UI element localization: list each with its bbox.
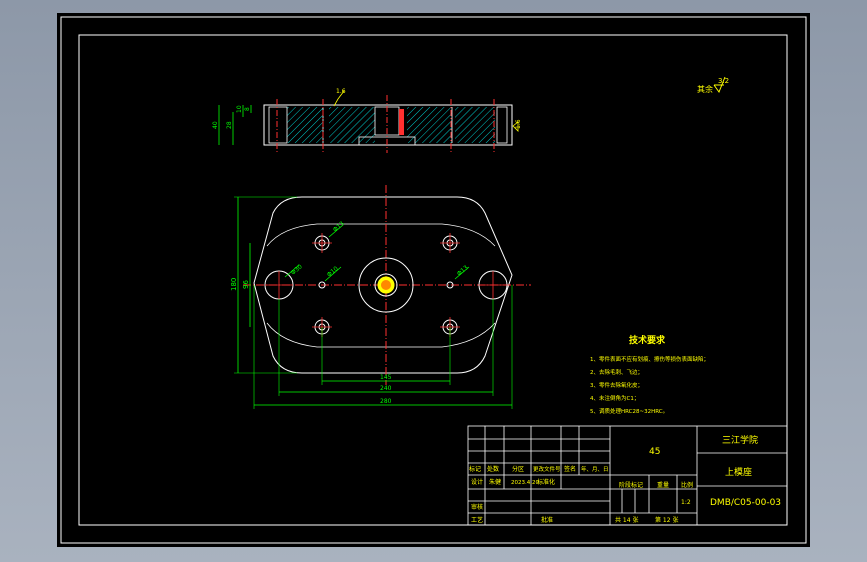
svg-text:工艺: 工艺	[471, 516, 483, 524]
svg-text:朱健: 朱健	[489, 478, 501, 486]
dim-hole-ul: Φ13	[332, 220, 346, 233]
drawing-sheet: 其余 3.2 1.6 1.6 40 28 10 8 Φ13 Φ30 Φ10 Φ1…	[60, 16, 807, 544]
dim-hole-right: Φ13	[456, 264, 470, 277]
company: 三江学院	[722, 434, 758, 446]
side-red-fill	[399, 109, 404, 135]
dim-height-overall: 180	[230, 278, 238, 291]
svg-text:分区: 分区	[512, 465, 524, 473]
side-hatch-3	[407, 107, 452, 143]
svg-text:更改文件号: 更改文件号	[533, 465, 561, 473]
ra-left: 1.6	[336, 88, 346, 95]
tech-req-title: 技术要求	[629, 334, 666, 346]
tech-requirements: 技术要求 1、零件表面不应有划痕、擦伤等损伤表面缺陷； 2、去除毛刺、飞边； 3…	[590, 334, 709, 415]
title-block-text: 标记 处数 分区 更改文件号 签名 年、月、日 设计 朱健 2023.4.20 …	[469, 434, 781, 524]
tech-req-item: 1、零件表面不应有划痕、擦伤等损伤表面缺陷；	[590, 355, 709, 363]
dim-side-total: 40	[212, 121, 219, 129]
svg-text:签名: 签名	[564, 465, 576, 473]
side-hatch-4	[455, 107, 495, 143]
dim-side-b: 10	[236, 105, 243, 113]
svg-text:标记: 标记	[469, 465, 481, 473]
svg-text:设计: 设计	[471, 478, 483, 486]
sheet-no: 第 12 张	[655, 516, 678, 524]
dim-side-a: 28	[226, 121, 233, 129]
tech-req-item: 5、调质处理HRC28~32HRC。	[590, 407, 668, 415]
dim-width-inner: 145	[380, 374, 392, 381]
tech-req-item: 4、未注倒角为C1；	[590, 394, 639, 402]
dim-height-inner: 96	[242, 280, 250, 289]
dim-hole-left: Φ30	[290, 263, 304, 276]
dim-width-mid: 240	[380, 385, 392, 392]
svg-text:处数: 处数	[487, 465, 499, 473]
sheets-total: 共 14 张	[615, 516, 638, 524]
svg-text:2023.4.20: 2023.4.20	[511, 480, 539, 486]
svg-text:阶段标记: 阶段标记	[619, 481, 643, 489]
svg-text:年、月、日: 年、月、日	[581, 465, 609, 473]
roughness-note: 其余	[697, 84, 713, 94]
svg-text:重量: 重量	[657, 481, 669, 489]
drawing-no: DMB/C05-00-03	[710, 498, 781, 508]
side-hatch-2	[329, 107, 375, 143]
plan-view: Φ13 Φ30 Φ10 Φ13 180 96 145 240 280	[230, 185, 531, 409]
part-name: 上模座	[725, 466, 752, 478]
cad-viewport[interactable]: 其余 3.2 1.6 1.6 40 28 10 8 Φ13 Φ30 Φ10 Φ1…	[57, 13, 810, 547]
tech-req-item: 3、零件去除氧化皮；	[590, 381, 643, 389]
dim-side-c: 8	[244, 107, 251, 111]
outer-frame	[60, 16, 807, 544]
svg-text:标准化: 标准化	[537, 478, 555, 486]
material: 45	[649, 447, 660, 457]
side-view: 1.6 1.6 40 28 10 8	[212, 88, 522, 153]
svg-text:批准: 批准	[541, 516, 553, 524]
dim-hole-center: Φ10	[326, 265, 340, 278]
scale: 1:2	[681, 499, 691, 506]
svg-text:审核: 审核	[471, 503, 483, 511]
tech-req-item: 2、去除毛刺、飞边；	[590, 368, 643, 376]
ra-right: 1.6	[515, 119, 522, 129]
svg-text:比例: 比例	[681, 481, 693, 489]
side-hatch-1	[287, 107, 323, 143]
dim-width-overall: 280	[380, 398, 392, 405]
